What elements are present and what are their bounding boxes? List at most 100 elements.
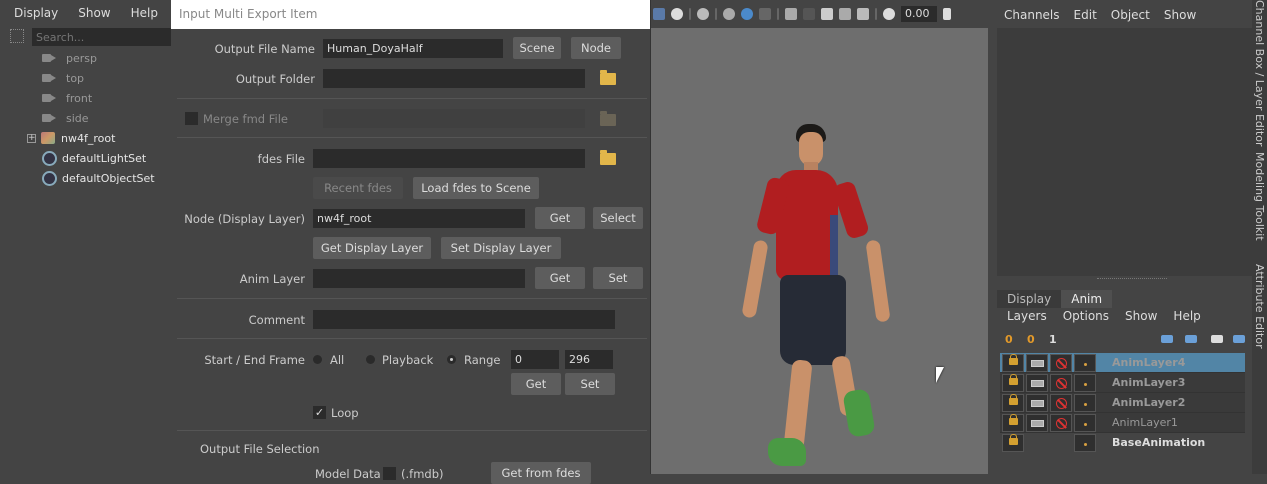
browse-output-folder-icon[interactable]: [600, 70, 616, 85]
tab-modeling-toolkit[interactable]: Modeling Toolkit: [1253, 152, 1266, 241]
mute-toggle[interactable]: [1050, 374, 1072, 392]
layer-name[interactable]: AnimLayer4: [1112, 356, 1185, 369]
exposure-value-field[interactable]: 0.00: [901, 6, 937, 22]
get-display-layer-button[interactable]: Get Display Layer: [313, 237, 431, 259]
node-get-button[interactable]: Get: [535, 207, 585, 229]
filter-icon[interactable]: [10, 29, 24, 43]
menu-edit[interactable]: Edit: [1067, 8, 1104, 22]
menu-display[interactable]: Display: [0, 6, 64, 20]
zero-key-weighted-icon[interactable]: 0: [1005, 333, 1013, 346]
menu-show[interactable]: Show: [1115, 309, 1163, 325]
xray-icon[interactable]: [759, 8, 771, 20]
move-layer-down-icon[interactable]: [1185, 335, 1197, 343]
load-fdes-button[interactable]: Load fdes to Scene: [413, 177, 539, 199]
scene-button[interactable]: Scene: [513, 37, 561, 59]
resize-handle[interactable]: [1097, 278, 1167, 280]
ghost-toggle[interactable]: [1026, 394, 1048, 412]
menu-layers[interactable]: Layers: [997, 309, 1053, 325]
start-frame-field[interactable]: [511, 350, 559, 369]
menu-options[interactable]: Options: [1053, 309, 1115, 325]
lock-toggle[interactable]: [1002, 354, 1024, 372]
menu-show[interactable]: Show: [64, 6, 116, 20]
tab-display[interactable]: Display: [997, 290, 1062, 308]
frame-get-button[interactable]: Get: [511, 373, 561, 395]
anim-layer-set-button[interactable]: Set: [593, 267, 643, 289]
new-layer-icon[interactable]: [1211, 335, 1223, 343]
lock-toggle[interactable]: [1002, 374, 1024, 392]
merge-fmd-checkbox[interactable]: [185, 112, 198, 125]
solo-toggle[interactable]: [1074, 434, 1096, 452]
layer-name[interactable]: AnimLayer3: [1112, 376, 1185, 389]
fdes-file-field[interactable]: [313, 149, 585, 168]
menu-help[interactable]: Help: [1163, 309, 1206, 325]
camera-icon[interactable]: [803, 8, 815, 20]
lock-toggle[interactable]: [1002, 394, 1024, 412]
layer-row-animlayer1[interactable]: AnimLayer1: [1000, 413, 1245, 433]
outliner-item-nw4f-root[interactable]: + nw4f_root: [27, 128, 115, 148]
radio-playback[interactable]: [366, 355, 375, 364]
output-folder-field[interactable]: [323, 69, 585, 88]
menu-channels[interactable]: Channels: [997, 8, 1067, 22]
resolution-icon[interactable]: [839, 8, 851, 20]
set-display-layer-button[interactable]: Set Display Layer: [441, 237, 561, 259]
node-select-button[interactable]: Select: [593, 207, 643, 229]
outliner-item-side[interactable]: side: [42, 108, 89, 128]
frame-icon[interactable]: [821, 8, 833, 20]
comment-field[interactable]: [313, 310, 615, 329]
menu-show[interactable]: Show: [1157, 8, 1203, 22]
node-display-layer-field[interactable]: [313, 209, 525, 228]
outliner-item-top[interactable]: top: [42, 68, 84, 88]
gate-icon[interactable]: [857, 8, 869, 20]
tab-channel-box-layer-editor[interactable]: Channel Box / Layer Editor: [1253, 0, 1266, 147]
outliner-item-default-light-set[interactable]: defaultLightSet: [42, 148, 146, 168]
outliner-search-input[interactable]: [32, 28, 172, 46]
layer-name[interactable]: BaseAnimation: [1112, 436, 1205, 449]
isolate-icon[interactable]: [741, 8, 753, 20]
expand-icon[interactable]: +: [27, 133, 36, 143]
layer-row-animlayer2[interactable]: AnimLayer2: [1000, 393, 1245, 413]
outliner-item-persp[interactable]: persp: [42, 48, 97, 68]
viewport-panel[interactable]: 0.00: [651, 0, 988, 474]
radio-range[interactable]: [447, 355, 456, 364]
outliner-item-front[interactable]: front: [42, 88, 92, 108]
node-button[interactable]: Node: [571, 37, 621, 59]
frame-set-button[interactable]: Set: [565, 373, 615, 395]
anim-layer-get-button[interactable]: Get: [535, 267, 585, 289]
select-icon[interactable]: [785, 8, 797, 20]
light-icon[interactable]: [671, 8, 683, 20]
solo-toggle[interactable]: [1074, 414, 1096, 432]
browse-fdes-icon[interactable]: [600, 150, 616, 165]
ghost-toggle[interactable]: [1026, 354, 1048, 372]
menu-object[interactable]: Object: [1104, 8, 1157, 22]
layer-row-base-animation[interactable]: BaseAnimation: [1000, 433, 1245, 453]
full-key-icon[interactable]: 1: [1049, 333, 1057, 346]
get-from-fdes-button[interactable]: Get from fdes: [491, 462, 591, 484]
exposure-icon[interactable]: [883, 8, 895, 20]
mute-toggle[interactable]: [1050, 394, 1072, 412]
channel-box-area[interactable]: [997, 28, 1252, 276]
recent-fdes-button[interactable]: Recent fdes: [313, 177, 403, 199]
new-layer-from-selected-icon[interactable]: [1233, 335, 1245, 343]
gamma-icon[interactable]: [943, 8, 951, 20]
lock-toggle[interactable]: [1002, 434, 1024, 452]
lock-toggle[interactable]: [1002, 414, 1024, 432]
end-frame-field[interactable]: [565, 350, 613, 369]
ghost-toggle[interactable]: [1026, 414, 1048, 432]
layer-row-animlayer4[interactable]: AnimLayer4: [1000, 353, 1245, 373]
mute-toggle[interactable]: [1050, 414, 1072, 432]
move-layer-up-icon[interactable]: [1161, 335, 1173, 343]
solo-toggle[interactable]: [1074, 374, 1096, 392]
anim-layer-field[interactable]: [313, 269, 525, 288]
ghost-toggle[interactable]: [1026, 374, 1048, 392]
shading-icon[interactable]: [697, 8, 709, 20]
layer-name[interactable]: AnimLayer1: [1112, 416, 1178, 429]
sphere-icon[interactable]: [723, 8, 735, 20]
grid-icon[interactable]: [653, 8, 665, 20]
menu-help[interactable]: Help: [117, 6, 164, 20]
output-file-name-field[interactable]: [323, 39, 503, 58]
outliner-item-default-object-set[interactable]: defaultObjectSet: [42, 168, 155, 188]
solo-toggle[interactable]: [1074, 354, 1096, 372]
radio-all[interactable]: [313, 355, 322, 364]
tab-anim[interactable]: Anim: [1061, 290, 1113, 308]
solo-toggle[interactable]: [1074, 394, 1096, 412]
